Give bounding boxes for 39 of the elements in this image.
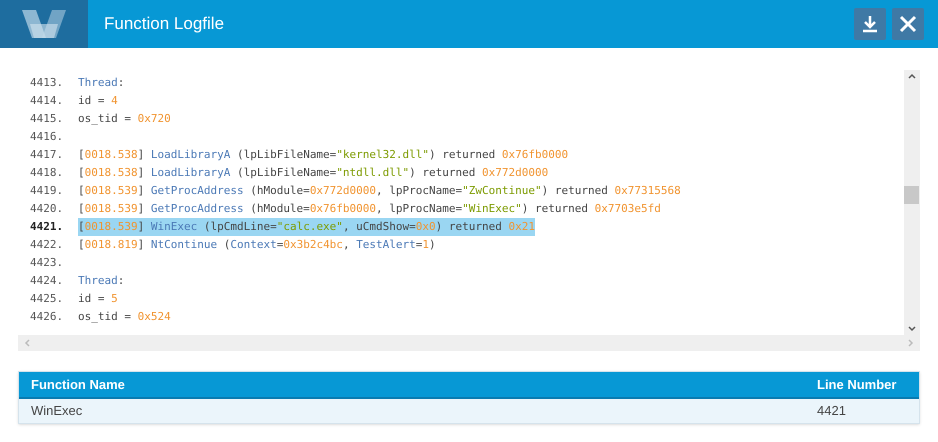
line-number: 4414. — [30, 93, 64, 109]
log-line[interactable]: [0018.538] LoadLibraryA (lpLibFileName="kernel32.dll") returned 0x76fb0000 — [78, 146, 568, 164]
line-number: 4419. — [30, 183, 64, 199]
column-header: Line Number — [817, 376, 898, 394]
log-line[interactable]: [0018.538] LoadLibraryA (lpLibFileName="ntdll.dll") returned 0x772d0000 — [78, 164, 548, 182]
column-header: Function Name — [31, 376, 126, 394]
log-line[interactable]: [0018.539] GetProcAddress (hModule=0x772d0000, lpProcName="ZwContinue") returned 0x77315568 — [78, 182, 681, 200]
log-line[interactable]: os_tid = 0x720 — [78, 110, 171, 128]
line-number: 4421. — [30, 219, 64, 235]
table-cell-text: 4421 — [817, 402, 847, 420]
log-line[interactable]: [0018.539] GetProcAddress (hModule=0x76fb0000, lpProcName="WinExec") returned 0x7703e5fd — [78, 200, 661, 218]
line-number: 4416. — [30, 129, 64, 145]
line-number: 4415. — [30, 111, 64, 127]
window-title: Function Logfile — [104, 13, 224, 36]
line-number: 4424. — [30, 273, 64, 289]
vertical-scrollbar[interactable] — [904, 70, 920, 335]
line-number: 4426. — [30, 309, 64, 325]
close-button[interactable] — [892, 8, 924, 40]
line-number: 4420. — [30, 201, 64, 217]
scrollbar-thumb[interactable] — [904, 186, 919, 204]
log-line[interactable]: id = 4 — [78, 92, 118, 110]
line-number: 4422. — [30, 237, 64, 253]
log-line[interactable]: os_tid = 0x524 — [78, 308, 171, 326]
log-line[interactable]: [0018.819] NtContinue (Context=0x3b2c4bc, TestAlert=1) — [78, 236, 436, 254]
download-button[interactable] — [854, 8, 886, 40]
logo-icon — [0, 0, 88, 48]
line-number: 4413. — [30, 75, 64, 91]
line-number: 4418. — [30, 165, 64, 181]
line-number: 4423. — [30, 255, 64, 271]
log-line[interactable]: Thread: — [78, 272, 124, 290]
close-icon — [899, 15, 917, 33]
download-icon — [861, 15, 879, 33]
log-line[interactable]: Thread: — [78, 74, 124, 92]
table-cell-text: WinExec — [31, 402, 84, 420]
line-number: 4417. — [30, 147, 64, 163]
table-row[interactable]: WinExec 4421 — [19, 399, 919, 423]
line-number: 4425. — [30, 291, 64, 307]
horizontal-scrollbar[interactable] — [18, 335, 920, 351]
log-line[interactable]: id = 5 — [78, 290, 118, 308]
